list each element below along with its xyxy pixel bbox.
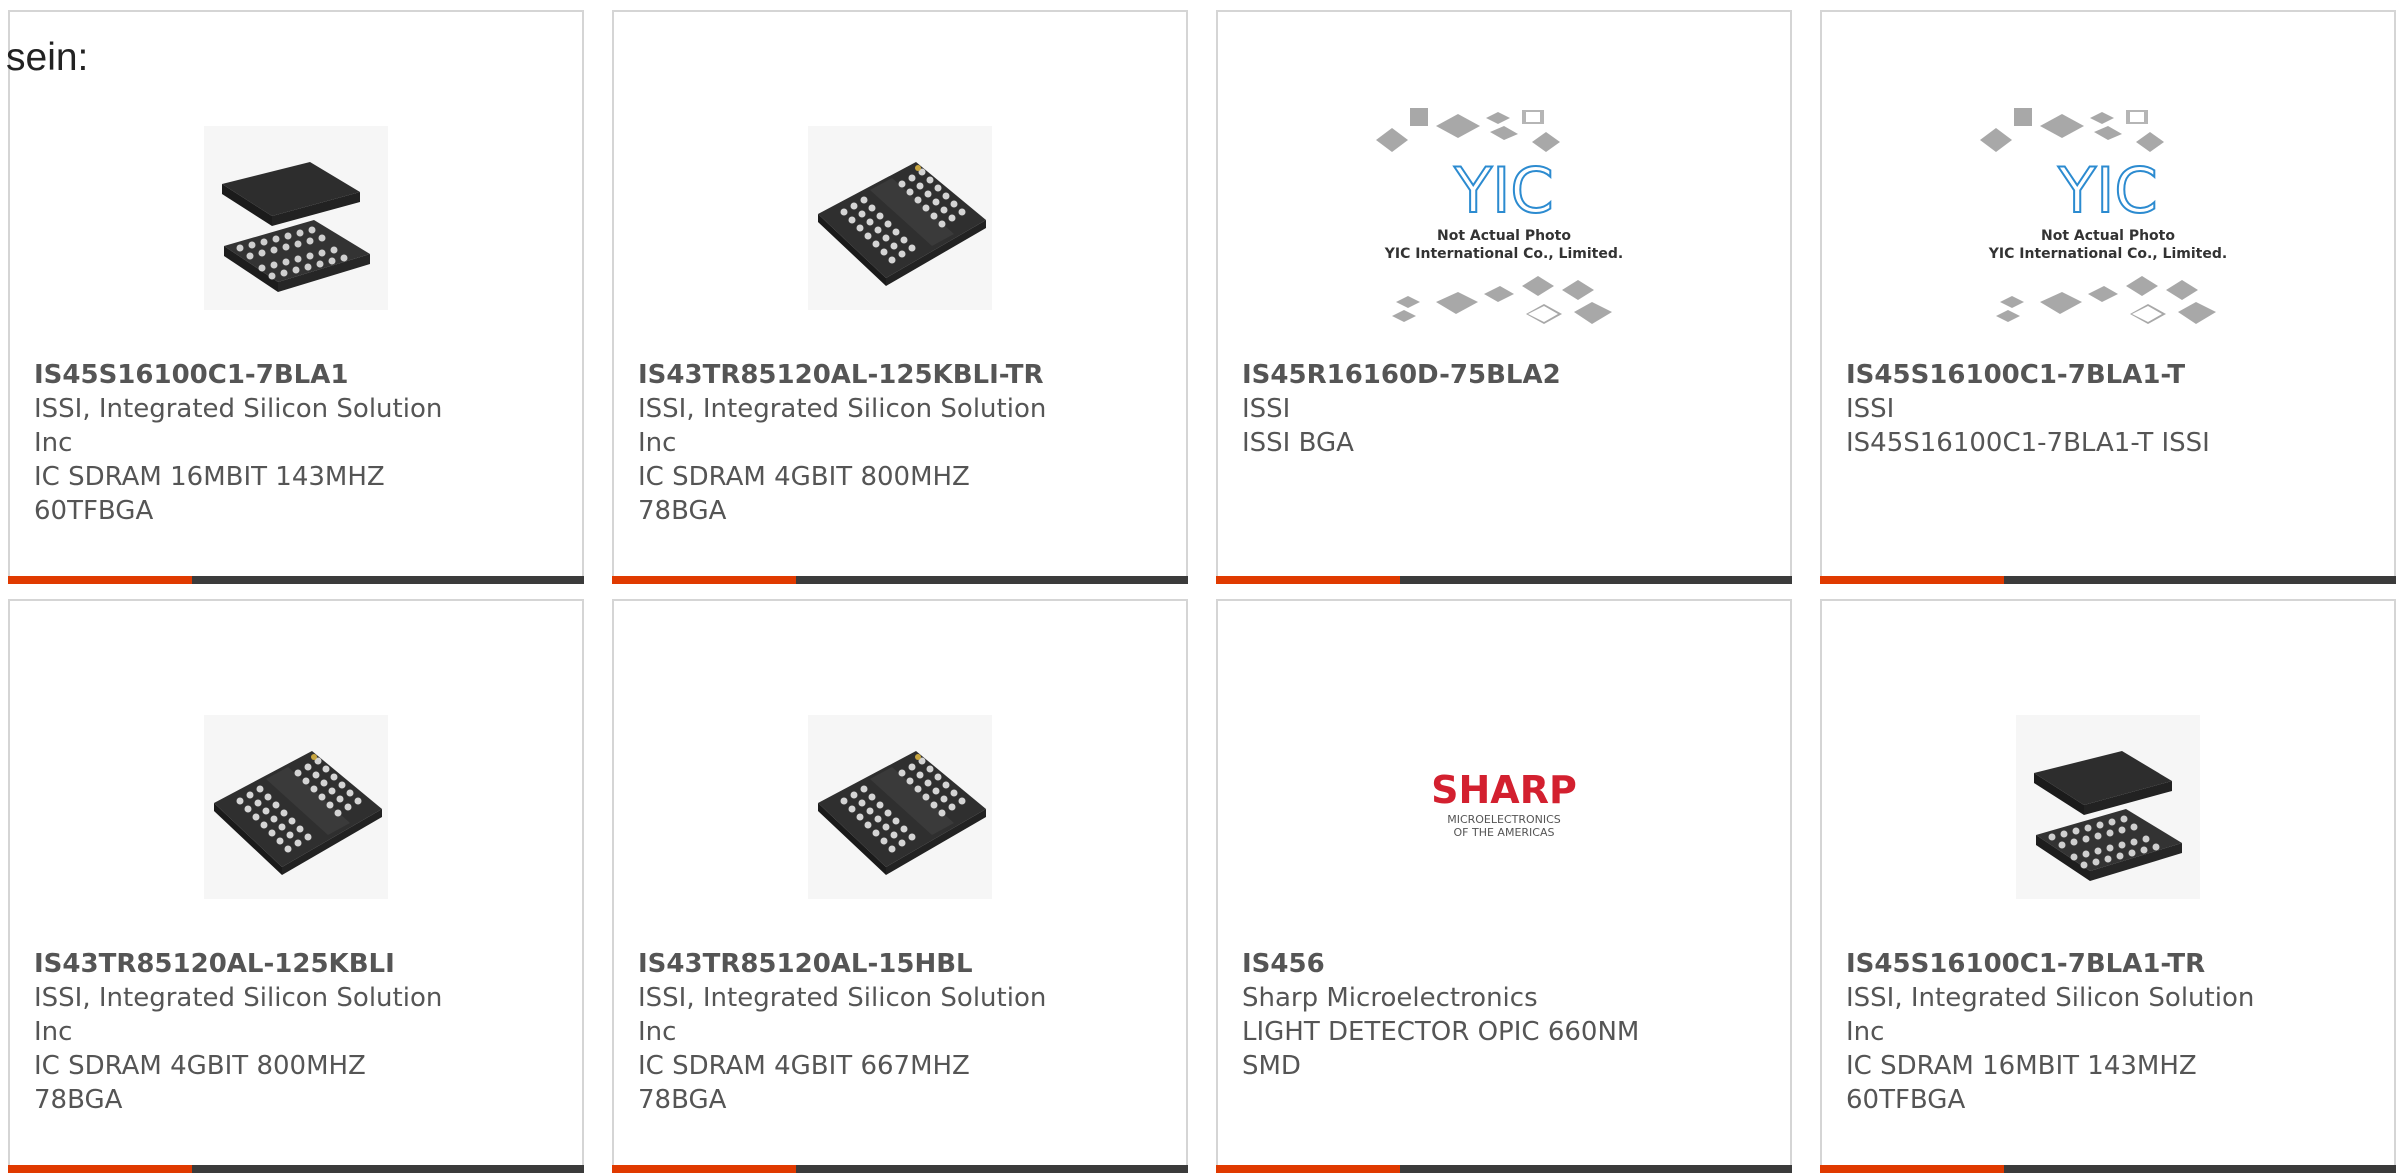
- description: IC SDRAM 16MBIT 143MHZ 60TFBGA: [34, 462, 385, 526]
- product-card[interactable]: YIC Not Actual Photo YIC International C…: [1216, 10, 1792, 584]
- card-accent-bar: [1820, 1165, 2004, 1173]
- part-number[interactable]: IS45R16160D-75BLA2: [1242, 358, 1662, 392]
- product-info: IS45S16100C1-7BLA1-TR ISSI, Integrated S…: [1846, 947, 2266, 1117]
- product-info: IS43TR85120AL-125KBLI-TR ISSI, Integrate…: [638, 358, 1058, 528]
- part-number[interactable]: IS43TR85120AL-125KBLI: [34, 947, 454, 981]
- card-bottom-bar: [612, 1165, 1188, 1173]
- card-bottom-bar: [8, 1165, 584, 1173]
- yic-company-text: YIC International Co., Limited.: [1384, 246, 1623, 262]
- card-accent-bar: [8, 1165, 192, 1173]
- product-info: IS456 Sharp Microelectronics LIGHT DETEC…: [1242, 947, 1662, 1083]
- card-bottom-bar: [1820, 576, 2396, 584]
- description: IC SDRAM 4GBIT 800MHZ 78BGA: [34, 1051, 366, 1115]
- description: LIGHT DETECTOR OPIC 660NM SMD: [1242, 1017, 1640, 1081]
- part-number[interactable]: IS45S16100C1-7BLA1: [34, 358, 454, 392]
- product-card[interactable]: IS43TR85120AL-125KBLI ISSI, Integrated S…: [8, 599, 584, 1173]
- card-bottom-bar: [1216, 1165, 1792, 1173]
- card-accent-bar: [612, 1165, 796, 1173]
- bga-chip-tilted-icon: [1970, 669, 2246, 945]
- sharp-subtitle-line2: OF THE AMERICAS: [1454, 826, 1555, 839]
- card-accent-bar: [1820, 576, 2004, 584]
- card-accent-bar: [612, 576, 796, 584]
- part-number[interactable]: IS43TR85120AL-15HBL: [638, 947, 1058, 981]
- product-card[interactable]: IS45S16100C1-7BLA1 ISSI, Integrated Sili…: [8, 10, 584, 584]
- part-number[interactable]: IS43TR85120AL-125KBLI-TR: [638, 358, 1058, 392]
- sharp-logo-text: SHARP: [1431, 768, 1577, 812]
- product-info: IS43TR85120AL-15HBL ISSI, Integrated Sil…: [638, 947, 1058, 1117]
- description: IC SDRAM 4GBIT 667MHZ 78BGA: [638, 1051, 970, 1115]
- product-card[interactable]: YIC Not Actual Photo YIC International C…: [1820, 10, 2396, 584]
- manufacturer: ISSI, Integrated Silicon Solution Inc: [1846, 983, 2255, 1047]
- not-actual-photo-text: Not Actual Photo: [2041, 228, 2175, 244]
- card-accent-bar: [1216, 1165, 1400, 1173]
- product-card[interactable]: IS45S16100C1-7BLA1-TR ISSI, Integrated S…: [1820, 599, 2396, 1173]
- product-card[interactable]: IS43TR85120AL-15HBL ISSI, Integrated Sil…: [612, 599, 1188, 1173]
- card-bottom-bar: [8, 576, 584, 584]
- card-bottom-bar: [612, 576, 1188, 584]
- yic-placeholder-image: YIC Not Actual Photo YIC International C…: [1970, 80, 2246, 356]
- product-card[interactable]: IS43TR85120AL-125KBLI-TR ISSI, Integrate…: [612, 10, 1188, 584]
- manufacturer: Sharp Microelectronics: [1242, 983, 1538, 1013]
- yic-placeholder-image: YIC Not Actual Photo YIC International C…: [1366, 80, 1642, 356]
- bga-chip-top-icon: [158, 669, 434, 945]
- product-card[interactable]: SHARP MICROELECTRONICS OF THE AMERICAS I…: [1216, 599, 1792, 1173]
- part-number[interactable]: IS45S16100C1-7BLA1-TR: [1846, 947, 2266, 981]
- yic-logo-text: YIC: [2057, 154, 2157, 227]
- card-accent-bar: [1216, 576, 1400, 584]
- product-info: IS45R16160D-75BLA2 ISSI ISSI BGA: [1242, 358, 1662, 460]
- manufacturer: ISSI, Integrated Silicon Solution Inc: [34, 394, 443, 458]
- sharp-subtitle-line1: MICROELECTRONICS: [1447, 813, 1561, 826]
- manufacturer: ISSI: [1846, 394, 1895, 424]
- card-accent-bar: [8, 576, 192, 584]
- manufacturer: ISSI: [1242, 394, 1291, 424]
- yic-logo-text: YIC: [1453, 154, 1553, 227]
- card-bottom-bar: [1820, 1165, 2396, 1173]
- description: ISSI BGA: [1242, 428, 1354, 458]
- sharp-logo-image: SHARP MICROELECTRONICS OF THE AMERICAS: [1366, 669, 1642, 945]
- card-bottom-bar: [1216, 576, 1792, 584]
- manufacturer: ISSI, Integrated Silicon Solution Inc: [638, 983, 1047, 1047]
- product-info: IS45S16100C1-7BLA1 ISSI, Integrated Sili…: [34, 358, 454, 528]
- description: IC SDRAM 4GBIT 800MHZ 78BGA: [638, 462, 970, 526]
- intro-text: sein:: [6, 36, 89, 79]
- description: IC SDRAM 16MBIT 143MHZ 60TFBGA: [1846, 1051, 2197, 1115]
- manufacturer: ISSI, Integrated Silicon Solution Inc: [638, 394, 1047, 458]
- description: IS45S16100C1-7BLA1-T ISSI: [1846, 428, 2210, 458]
- manufacturer: ISSI, Integrated Silicon Solution Inc: [34, 983, 443, 1047]
- bga-chip-top-icon: [762, 80, 1038, 356]
- part-number[interactable]: IS45S16100C1-7BLA1-T: [1846, 358, 2266, 392]
- bga-chip-tilted-icon: [158, 80, 434, 356]
- product-info: IS43TR85120AL-125KBLI ISSI, Integrated S…: [34, 947, 454, 1117]
- product-info: IS45S16100C1-7BLA1-T ISSI IS45S16100C1-7…: [1846, 358, 2266, 460]
- yic-company-text: YIC International Co., Limited.: [1988, 246, 2227, 262]
- part-number[interactable]: IS456: [1242, 947, 1662, 981]
- bga-chip-top-icon: [762, 669, 1038, 945]
- not-actual-photo-text: Not Actual Photo: [1437, 228, 1571, 244]
